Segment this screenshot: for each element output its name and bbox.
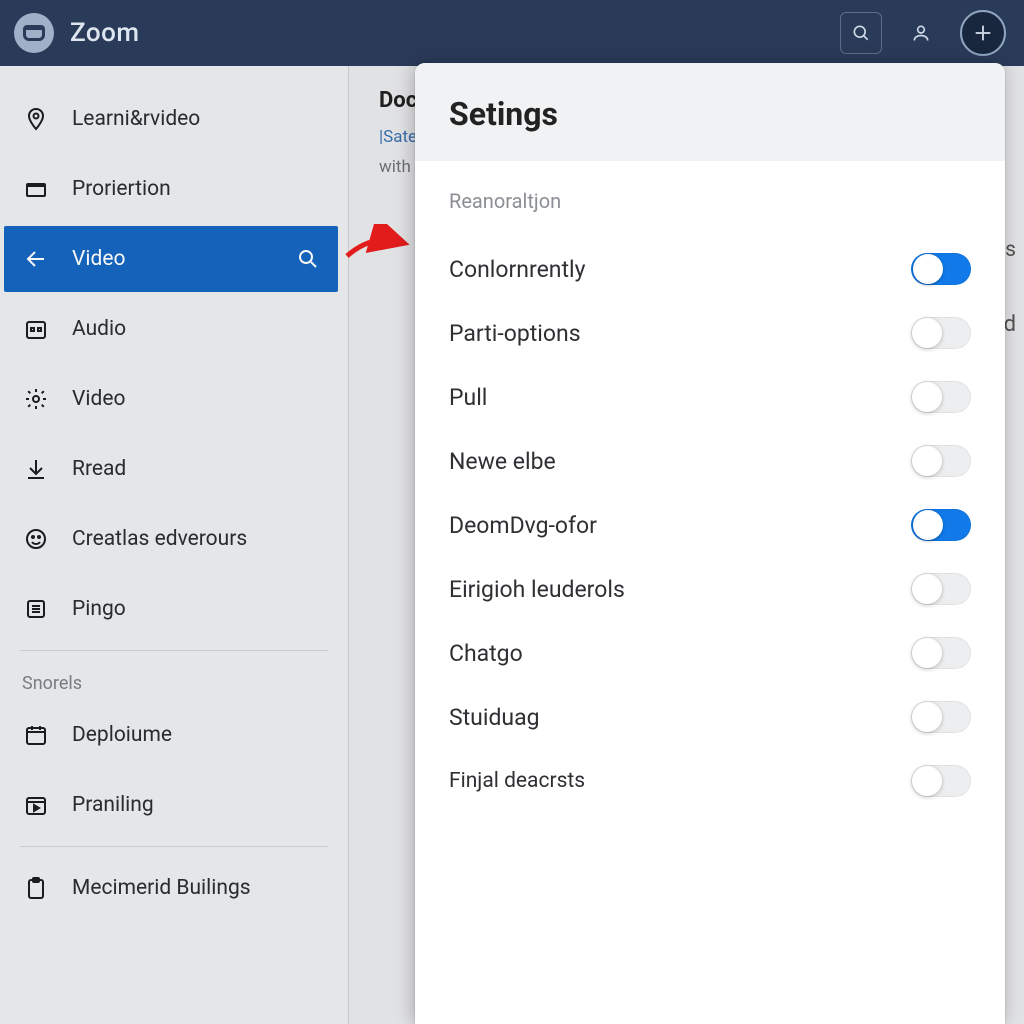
setting-row: Pull <box>449 365 971 429</box>
sidebar-item-read[interactable]: Rread <box>0 434 348 504</box>
folder-icon <box>22 175 50 203</box>
setting-row: Parti-options <box>449 301 971 365</box>
setting-label: Parti-options <box>449 320 581 347</box>
sidebar-item-video-active[interactable]: Video <box>4 226 338 292</box>
top-profile-button[interactable] <box>900 12 942 54</box>
sidebar-item-learn[interactable]: Learni&rvideo <box>0 84 348 154</box>
search-icon <box>851 23 871 43</box>
sidebar: Learni&rvideo Proriertion Video Audio Vi… <box>0 66 349 1024</box>
setting-label: Conlornrently <box>449 256 585 283</box>
setting-toggle[interactable] <box>911 381 971 413</box>
pin-icon <box>22 105 50 133</box>
top-new-button[interactable] <box>960 10 1006 56</box>
sidebar-item-proriertion[interactable]: Proriertion <box>0 154 348 224</box>
setting-toggle[interactable] <box>911 701 971 733</box>
toggle-knob <box>912 446 942 476</box>
setting-toggle[interactable] <box>911 253 971 285</box>
face-icon <box>22 525 50 553</box>
bg-text-d: d <box>1004 312 1016 337</box>
toggle-knob <box>912 382 942 412</box>
user-icon <box>911 23 931 43</box>
sidebar-item-video2[interactable]: Video <box>0 364 348 434</box>
toggle-knob <box>913 510 943 540</box>
sidebar-item-label: Video <box>72 247 125 271</box>
top-search-button[interactable] <box>840 12 882 54</box>
list-icon <box>22 595 50 623</box>
sidebar-item-pingo[interactable]: Pingo <box>0 574 348 644</box>
setting-label: DeomDvg-ofor <box>449 512 597 539</box>
calendar-icon <box>22 721 50 749</box>
sidebar-divider-2 <box>20 846 328 847</box>
app-title: Zoom <box>70 18 140 48</box>
setting-label: Stuiduag <box>449 704 540 731</box>
setting-row: DeomDvg-ofor <box>449 493 971 557</box>
settings-panel-body: Reanoraltjon Conlornrently Parti-options P… <box>415 161 1005 833</box>
sidebar-item-label: Learni&rvideo <box>72 107 200 131</box>
sidebar-item-label: Mecimerid Builings <box>72 876 251 900</box>
settings-panel: Setings Reanoraltjon Conlornrently Parti-… <box>415 63 1005 1024</box>
calendar-icon <box>22 315 50 343</box>
search-icon[interactable] <box>296 247 320 271</box>
clipboard-icon <box>22 874 50 902</box>
sidebar-item-label: Rread <box>72 457 126 481</box>
setting-label: Chatgo <box>449 640 523 667</box>
setting-toggle[interactable] <box>911 317 971 349</box>
sidebar-item-label: Video <box>72 387 125 411</box>
arrow-left-icon <box>22 245 50 273</box>
settings-title: Setings <box>449 95 971 133</box>
sidebar-item-label: Pingo <box>72 597 126 621</box>
setting-toggle[interactable] <box>911 445 971 477</box>
sidebar-item-label: Proriertion <box>72 177 171 201</box>
toggle-knob <box>912 318 942 348</box>
setting-row: Eirigioh leuderols <box>449 557 971 621</box>
sidebar-item-label: Praniling <box>72 793 154 817</box>
setting-label: Newe elbe <box>449 448 556 475</box>
logo-icon <box>23 25 45 41</box>
sidebar-item-creatlas[interactable]: Creatlas edverours <box>0 504 348 574</box>
gear-icon <box>22 385 50 413</box>
toggle-knob <box>912 766 942 796</box>
setting-row: Newe elbe <box>449 429 971 493</box>
sidebar-item-label: Deploiume <box>72 723 172 747</box>
sidebar-section-label: Snorels <box>0 657 348 700</box>
calendar-play-icon <box>22 791 50 819</box>
sidebar-item-deploiume[interactable]: Deploiume <box>0 700 348 770</box>
setting-toggle[interactable] <box>911 637 971 669</box>
setting-toggle[interactable] <box>911 765 971 797</box>
toggle-knob <box>912 574 942 604</box>
setting-label: Eirigioh leuderols <box>449 576 625 603</box>
toggle-knob <box>912 702 942 732</box>
sidebar-item-audio[interactable]: Audio <box>0 294 348 364</box>
setting-label: Finjal deacrsts <box>449 769 585 793</box>
download-icon <box>22 455 50 483</box>
sidebar-item-label: Audio <box>72 317 126 341</box>
app-logo <box>14 13 54 53</box>
sidebar-item-praniling[interactable]: Praniling <box>0 770 348 840</box>
setting-row: Conlornrently <box>449 237 971 301</box>
setting-row: Chatgo <box>449 621 971 685</box>
sidebar-divider <box>20 650 328 651</box>
setting-toggle[interactable] <box>911 573 971 605</box>
toggle-knob <box>912 638 942 668</box>
topbar: Zoom <box>0 0 1024 66</box>
sidebar-item-label: Creatlas edverours <box>72 527 247 551</box>
settings-panel-header: Setings <box>415 63 1005 161</box>
setting-row: Stuiduag <box>449 685 971 749</box>
setting-row: Finjal deacrsts <box>449 749 971 813</box>
setting-toggle[interactable] <box>911 509 971 541</box>
plus-icon <box>972 22 994 44</box>
settings-section-label: Reanoraltjon <box>449 189 971 213</box>
toggle-knob <box>913 254 943 284</box>
setting-label: Pull <box>449 384 487 411</box>
sidebar-item-mecimerid[interactable]: Mecimerid Builings <box>0 853 348 923</box>
